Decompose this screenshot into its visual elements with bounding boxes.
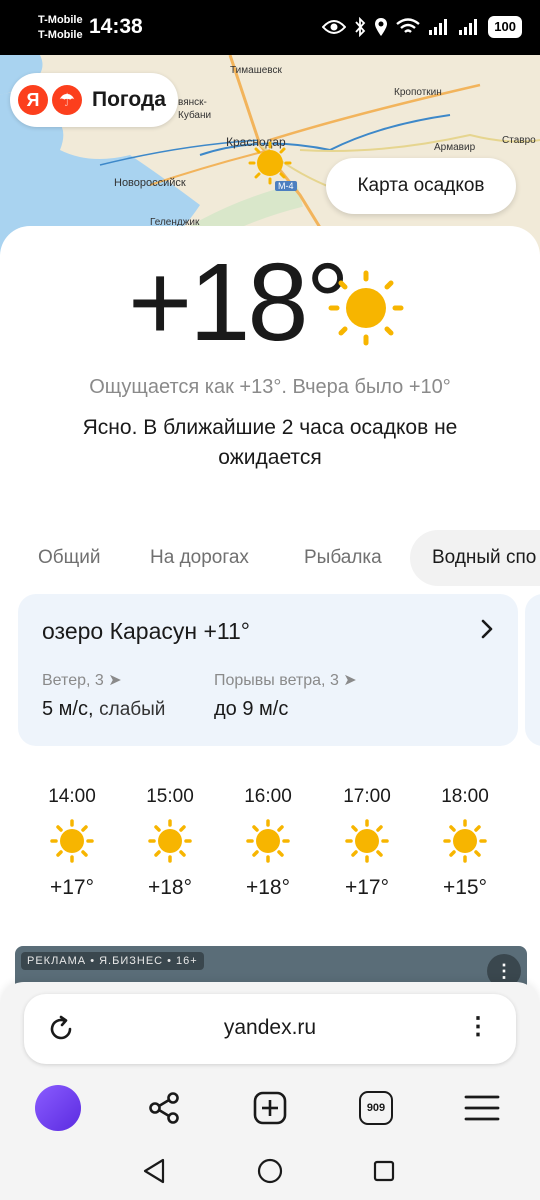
logo-title: Погода (92, 88, 166, 111)
hour-temp: +18° (245, 876, 291, 899)
eye-icon (322, 20, 347, 34)
gust-label: Порывы ветра, 3 ➤ (214, 672, 357, 689)
sun-icon (345, 819, 389, 863)
hourly-item: 16:00 +18° (233, 786, 303, 900)
recents-icon[interactable] (373, 1160, 395, 1182)
map-label-stavropol: Ставро (502, 135, 536, 146)
location-icon (375, 18, 388, 36)
signal-icon (459, 19, 478, 35)
signal-icon (429, 19, 448, 35)
hour-temp: +15° (442, 876, 488, 899)
system-navigation-bar (0, 1140, 540, 1200)
plus-icon (253, 1091, 287, 1125)
lake-card[interactable]: озеро Карасун +11° Ветер, 3 ➤ 5 м/с, сла… (18, 594, 518, 746)
wind-strength: слабый (99, 699, 166, 720)
map-sun-icon (248, 141, 292, 185)
sun-icon (328, 270, 404, 346)
tabs-count: 909 (359, 1091, 393, 1125)
map-label-slavyansk: вянск- (178, 97, 207, 108)
next-lake-card[interactable] (525, 594, 540, 746)
weather-tabs: Общий На дорогах Рыбалка Водный спо (0, 530, 540, 586)
tab-general[interactable]: Общий (38, 530, 101, 586)
umbrella-icon: ☂ (52, 85, 82, 115)
menu-button[interactable] (458, 1084, 506, 1132)
carrier-2: T-Mobile (38, 29, 83, 41)
tab-water-sports[interactable]: Водный спо (410, 530, 540, 586)
map-label-kropotkin: Кропоткин (394, 87, 442, 98)
url-text: yandex.ru (223, 1016, 317, 1039)
hour-temp: +17° (49, 876, 95, 899)
sun-icon (148, 819, 192, 863)
carrier-names: T-Mobile T-Mobile (38, 13, 83, 43)
share-icon (149, 1092, 179, 1124)
alice-button[interactable] (34, 1084, 82, 1132)
hour-time: 15:00 (146, 786, 194, 807)
status-bar: T-Mobile T-Mobile 14:38 100 (0, 0, 540, 55)
current-temperature: +18° (128, 241, 350, 364)
address-bar[interactable]: yandex.ru ⋮ (24, 994, 516, 1064)
gust-value: до 9 м/с (214, 698, 289, 720)
tabs-button[interactable]: 909 (352, 1084, 400, 1132)
status-time: 14:38 (89, 15, 143, 38)
wind-value: 5 м/с, слабый (42, 698, 165, 721)
battery-indicator: 100 (488, 16, 522, 38)
hourly-item: 17:00 +17° (332, 786, 402, 900)
share-button[interactable] (140, 1084, 188, 1132)
precipitation-map-button[interactable]: Карта осадков (326, 158, 516, 214)
sun-icon (443, 819, 487, 863)
back-icon[interactable] (142, 1158, 166, 1184)
weather-description: Ясно. В ближайшие 2 часа осадков не ожид… (82, 416, 458, 469)
hamburger-icon (464, 1095, 500, 1121)
feels-like-text: Ощущается как +13°. Вчера было +10° (89, 376, 451, 398)
tab-fishing[interactable]: Рыбалка (304, 530, 382, 586)
home-icon[interactable] (257, 1158, 283, 1184)
sun-icon (50, 819, 94, 863)
hour-time: 16:00 (244, 786, 292, 807)
yandex-weather-logo[interactable]: Я ☂ Погода (10, 73, 178, 127)
sun-icon (246, 819, 290, 863)
map-label-novorossiysk: Новороссийск (114, 177, 186, 189)
hour-time: 17:00 (343, 786, 391, 807)
chevron-right-icon (481, 619, 493, 639)
yandex-logo: Я (18, 85, 48, 115)
bluetooth-icon (355, 17, 366, 37)
map-label-armavir: Армавир (434, 142, 476, 153)
wind-speed: 5 м/с, (42, 698, 94, 720)
hourly-item: 18:00 +15° (430, 786, 500, 900)
hourly-item: 14:00 +17° (37, 786, 107, 900)
tab-roads[interactable]: На дорогах (150, 530, 249, 586)
wifi-icon (396, 18, 421, 33)
status-icons: 100 (322, 16, 522, 38)
weather-screen: T-Mobile T-Mobile 14:38 100 Тимашевск Кр… (0, 0, 540, 1200)
carrier-1: T-Mobile (38, 14, 83, 26)
more-menu-icon[interactable]: ⋮ (466, 1012, 490, 1041)
hour-temp: +18° (147, 876, 193, 899)
map-label-kuban: Кубани (178, 110, 212, 121)
wind-label: Ветер, 3 ➤ (42, 672, 122, 689)
hour-time: 18:00 (441, 786, 489, 807)
hour-time: 14:00 (48, 786, 96, 807)
hour-temp: +17° (344, 876, 390, 899)
lake-title: озеро Карасун +11° (42, 618, 250, 644)
new-tab-button[interactable] (246, 1084, 294, 1132)
alice-icon (35, 1085, 81, 1131)
hourly-item: 15:00 +18° (135, 786, 205, 900)
map-label-timashevsk: Тимашевск (230, 65, 282, 76)
ad-badge: РЕКЛАМА • Я.БИЗНЕС • 16+ (21, 952, 204, 970)
